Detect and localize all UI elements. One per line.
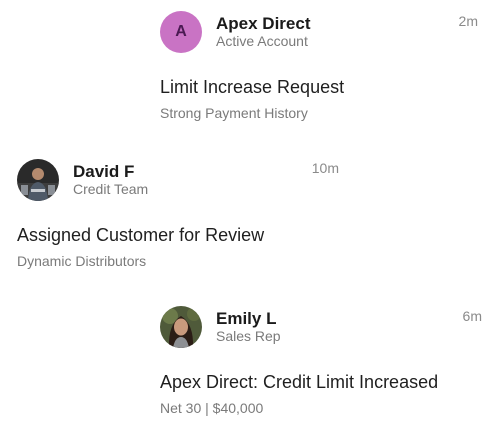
notification-subtitle: Dynamic Distributors <box>17 253 147 269</box>
timestamp: 10m <box>311 160 339 176</box>
timestamp: 2m <box>458 13 478 29</box>
avatar-photo-icon <box>17 159 59 201</box>
sender-name: Apex Direct <box>216 14 311 33</box>
sender-role: Credit Team <box>73 181 149 197</box>
sender-name: David F <box>73 162 135 181</box>
sender-role: Active Account <box>216 33 308 49</box>
notification-apex-direct[interactable]: A Apex Direct Active Account 2m Limit In… <box>160 10 480 122</box>
notification-emily-l[interactable]: Emily L Sales Rep 6m Apex Direct: Credit… <box>160 305 485 417</box>
sender-info: Apex Direct Active Account <box>216 14 310 50</box>
avatar <box>17 159 59 201</box>
notification-header: A Apex Direct Active Account <box>160 10 480 54</box>
sender-role: Sales Rep <box>216 328 281 344</box>
avatar <box>160 306 202 348</box>
avatar: A <box>160 11 202 53</box>
notification-subtitle: Net 30 | $40,000 <box>160 400 264 416</box>
avatar-photo-icon <box>160 306 202 348</box>
sender-name: Emily L <box>216 309 277 328</box>
notification-header: David F Credit Team <box>17 158 347 202</box>
avatar-letter: A <box>175 23 187 40</box>
notification-david-f[interactable]: David F Credit Team 10m Assigned Custome… <box>17 158 347 270</box>
timestamp: 6m <box>462 308 482 324</box>
notification-title: Assigned Customer for Review <box>17 225 265 245</box>
notification-title: Limit Increase Request <box>160 77 345 97</box>
sender-info: Emily L Sales Rep <box>216 309 281 345</box>
notification-title: Apex Direct: Credit Limit Increased <box>160 372 439 392</box>
notification-header: Emily L Sales Rep <box>160 305 485 349</box>
notification-subtitle: Strong Payment History <box>160 105 308 121</box>
sender-info: David F Credit Team <box>73 162 148 198</box>
